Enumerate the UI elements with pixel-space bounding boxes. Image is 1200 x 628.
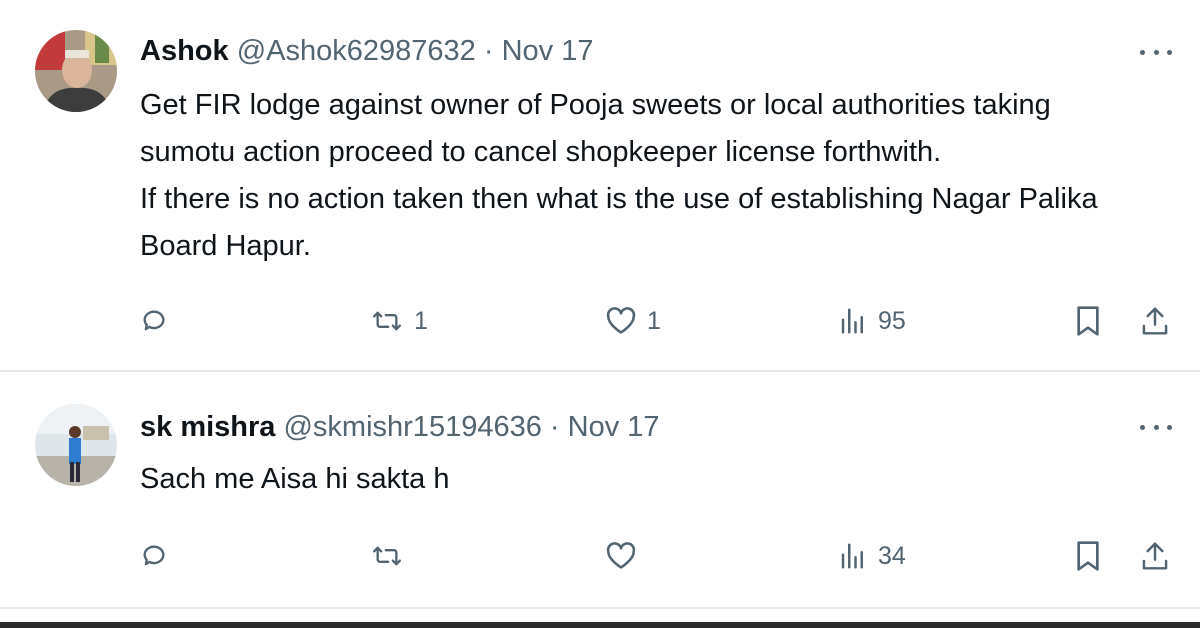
tweet-header: sk mishra @skmishr15194636 · Nov 17 xyxy=(140,409,660,445)
action-bar: 34 xyxy=(0,531,1200,581)
heart-icon xyxy=(606,542,636,569)
share-icon xyxy=(1142,307,1168,335)
timestamp[interactable]: Nov 17 xyxy=(568,411,660,443)
bookmark-icon xyxy=(1077,541,1099,571)
tweet-text: Get FIR lodge against owner of Pooja swe… xyxy=(140,89,1098,262)
reply-button[interactable] xyxy=(140,531,178,581)
username[interactable]: @skmishr15194636 xyxy=(283,411,541,443)
more-icon[interactable] xyxy=(1140,417,1172,437)
action-bar: 1 1 95 xyxy=(0,296,1200,346)
bottom-edge xyxy=(0,622,1200,628)
repost-count: 1 xyxy=(414,306,428,335)
heart-icon xyxy=(606,307,636,334)
display-name[interactable]: sk mishra xyxy=(140,411,275,443)
views-button[interactable]: 34 xyxy=(838,531,906,581)
bookmark-button[interactable] xyxy=(1074,296,1102,346)
separator: · xyxy=(483,35,494,67)
username[interactable]: @Ashok62987632 xyxy=(237,35,476,67)
repost-icon xyxy=(373,311,402,331)
like-button[interactable] xyxy=(605,531,647,581)
tweet-header: Ashok @Ashok62987632 · Nov 17 xyxy=(140,33,593,69)
reply-thread: Ashok @Ashok62987632 · Nov 17 Get FIR lo… xyxy=(0,0,1200,628)
repost-button[interactable]: 1 xyxy=(370,296,428,346)
like-button[interactable]: 1 xyxy=(605,296,661,346)
avatar[interactable] xyxy=(35,404,117,486)
views-button[interactable]: 95 xyxy=(838,296,906,346)
views-icon xyxy=(841,308,863,334)
repost-icon xyxy=(373,546,402,566)
tweet-text: Sach me Aisa hi sakta h xyxy=(140,463,450,495)
avatar[interactable] xyxy=(35,30,117,112)
reply-icon xyxy=(143,310,165,331)
share-button[interactable] xyxy=(1140,531,1170,581)
like-count: 1 xyxy=(647,306,661,335)
repost-button[interactable] xyxy=(370,531,414,581)
share-button[interactable] xyxy=(1140,296,1170,346)
bookmark-button[interactable] xyxy=(1074,531,1102,581)
share-icon xyxy=(1142,542,1168,570)
more-icon[interactable] xyxy=(1140,42,1172,62)
tweet[interactable]: Ashok @Ashok62987632 · Nov 17 Get FIR lo… xyxy=(0,0,1200,370)
views-count: 34 xyxy=(878,541,906,570)
timestamp[interactable]: Nov 17 xyxy=(502,35,594,67)
tweet[interactable]: sk mishra @skmishr15194636 · Nov 17 Sach… xyxy=(0,372,1200,608)
reply-icon xyxy=(143,545,165,566)
bookmark-icon xyxy=(1077,306,1099,336)
divider xyxy=(0,607,1200,609)
display-name[interactable]: Ashok xyxy=(140,35,229,67)
separator: · xyxy=(549,411,560,443)
views-count: 95 xyxy=(878,306,906,335)
reply-button[interactable] xyxy=(140,296,178,346)
views-icon xyxy=(841,543,863,569)
